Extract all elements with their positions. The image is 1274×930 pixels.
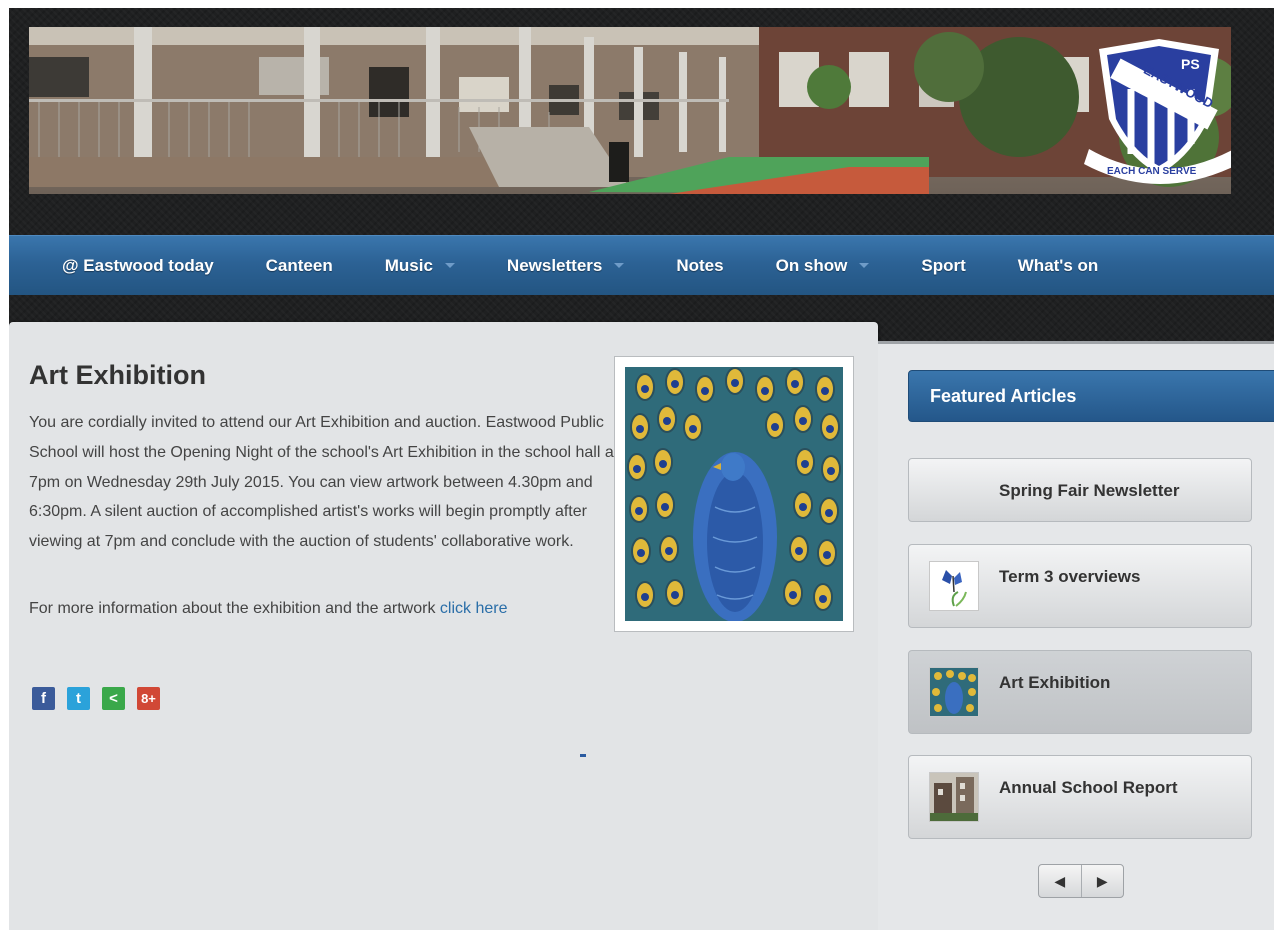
facebook-icon[interactable]: f	[32, 687, 55, 710]
featured-pager: ◀ ▶	[1038, 864, 1124, 898]
nav-item-notes[interactable]: Notes	[650, 256, 749, 276]
featured-item-art-exhibition[interactable]: Art Exhibition	[908, 650, 1252, 734]
twitter-icon[interactable]: t	[67, 687, 90, 710]
featured-item-label: Art Exhibition	[999, 673, 1111, 692]
featured-sidebar: Featured Articles Spring Fair Newsletter…	[878, 341, 1274, 930]
featured-item-label: Spring Fair Newsletter	[999, 481, 1180, 500]
butterfly-thumbnail	[929, 561, 979, 611]
dropdown-caret-icon	[444, 263, 455, 268]
nav-item-eastwood-today[interactable]: @ Eastwood today	[36, 256, 240, 276]
main-nav: @ Eastwood today Canteen Music Newslette…	[9, 235, 1274, 295]
dropdown-caret-icon	[859, 263, 870, 268]
google-plus-icon[interactable]: 8+	[137, 687, 160, 710]
featured-item-label: Term 3 overviews	[999, 567, 1141, 586]
peacock-artwork-image	[625, 367, 843, 621]
peacock-thumbnail	[929, 667, 979, 717]
featured-item-term-3[interactable]: Term 3 overviews	[908, 544, 1252, 628]
article-image[interactable]	[614, 356, 854, 632]
featured-articles-header: Featured Articles	[908, 370, 1274, 422]
dropdown-caret-icon	[614, 263, 625, 268]
nav-item-canteen[interactable]: Canteen	[240, 256, 359, 276]
nav-item-newsletters[interactable]: Newsletters	[481, 256, 650, 276]
article-more-info: For more information about the exhibitio…	[29, 600, 508, 617]
svg-text:PS: PS	[1181, 56, 1200, 72]
featured-item-label: Annual School Report	[999, 778, 1178, 797]
building-thumbnail	[929, 772, 979, 822]
banner-school-photo: PS EASTWOOD EACH CAN SERVE	[29, 27, 1231, 194]
next-arrow-icon[interactable]: ▶	[1080, 865, 1124, 897]
nav-item-on-show[interactable]: On show	[750, 256, 896, 276]
nav-item-whats-on[interactable]: What's on	[992, 256, 1125, 276]
nav-item-music[interactable]: Music	[359, 256, 481, 276]
nav-item-sport[interactable]: Sport	[895, 256, 991, 276]
svg-text:EACH CAN SERVE: EACH CAN SERVE	[1107, 166, 1197, 177]
prev-arrow-icon[interactable]: ◀	[1039, 865, 1081, 897]
article-panel: Art Exhibition You are cordially invited…	[9, 322, 878, 930]
featured-item-spring-fair[interactable]: Spring Fair Newsletter	[908, 458, 1252, 522]
header-banner: PS EASTWOOD EACH CAN SERVE	[29, 27, 1231, 194]
share-icons: f t < 8+	[32, 687, 160, 710]
page-frame: PS EASTWOOD EACH CAN SERVE @ Eastwood to…	[9, 8, 1274, 930]
loading-indicator	[580, 754, 586, 757]
click-here-link[interactable]: click here	[440, 600, 508, 617]
featured-item-annual-report[interactable]: Annual School Report	[908, 755, 1252, 839]
article-body: You are cordially invited to attend our …	[29, 414, 619, 551]
article-title: Art Exhibition	[29, 360, 206, 390]
share-icon[interactable]: <	[102, 687, 125, 710]
